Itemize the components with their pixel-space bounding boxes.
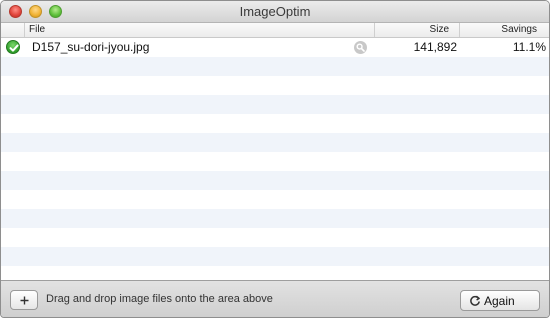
file-name: D157_su-dori-jyou.jpg: [32, 40, 150, 54]
table-row[interactable]: D157_su-dori-jyou.jpg 141,892 11.1%: [1, 38, 549, 57]
list-item: [1, 247, 549, 266]
list-item: [1, 152, 549, 171]
file-savings: 11.1%: [512, 40, 546, 54]
list-item: [1, 190, 549, 209]
again-label: Again: [484, 294, 515, 308]
list-item: [1, 228, 549, 247]
list-item: [1, 57, 549, 76]
drop-hint: Drag and drop image files onto the area …: [46, 293, 273, 305]
add-files-button[interactable]: [10, 290, 38, 310]
list-item: [1, 76, 549, 95]
list-item: [1, 133, 549, 152]
again-button[interactable]: Again: [460, 290, 540, 311]
column-header: File Size Savings: [1, 23, 549, 38]
list-item: [1, 171, 549, 190]
column-header-savings[interactable]: Savings: [451, 24, 537, 35]
list-item: [1, 114, 549, 133]
file-list[interactable]: D157_su-dori-jyou.jpg 141,892 11.1%: [1, 38, 549, 279]
app-window: ImageOptim File Size Savings D157_su-dor…: [0, 0, 550, 318]
column-separator: [24, 23, 25, 37]
plus-icon: [20, 296, 29, 305]
list-item: [1, 209, 549, 228]
title-bar[interactable]: ImageOptim: [1, 1, 549, 23]
check-circle-icon: [6, 40, 20, 54]
refresh-icon: [470, 295, 480, 306]
column-header-size[interactable]: Size: [375, 24, 449, 35]
bottom-bar: Drag and drop image files onto the area …: [1, 280, 549, 317]
magnifier-icon[interactable]: [354, 41, 367, 54]
window-title: ImageOptim: [239, 4, 311, 19]
column-header-file[interactable]: File: [29, 24, 45, 35]
list-item: [1, 95, 549, 114]
file-size: 141,892: [413, 40, 457, 54]
